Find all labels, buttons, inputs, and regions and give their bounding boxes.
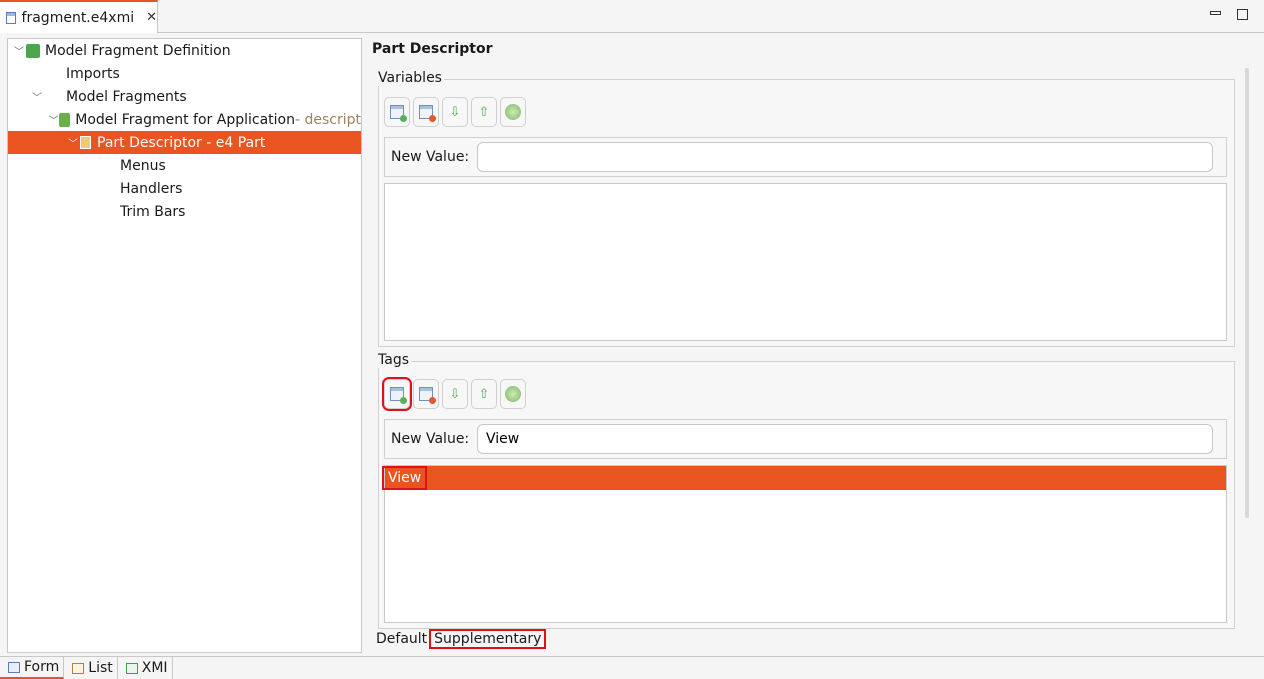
detail-bottom-tabs: Default Supplementary [376, 629, 547, 649]
tree-item-label: Model Fragments [66, 88, 187, 105]
chevron-down-icon[interactable]: ﹀ [66, 135, 80, 150]
tree-item-label: Model Fragment Definition [45, 42, 231, 59]
tree-item-suffix: - descript [294, 111, 361, 128]
variables-new-value-input[interactable] [477, 142, 1213, 172]
page-tab-form[interactable]: Form [0, 657, 65, 679]
edit-icon [505, 104, 521, 120]
move-down-button[interactable]: ⇩ [442, 97, 468, 127]
tree-item-menus[interactable]: Menus [8, 154, 361, 177]
tree-item-label: Handlers [120, 180, 183, 197]
add-icon [390, 105, 407, 122]
list-icon [72, 662, 85, 674]
remove-button[interactable] [413, 97, 439, 127]
variables-label: Variables [378, 70, 444, 86]
add-button[interactable] [382, 377, 412, 411]
tags-list-item[interactable]: View [381, 466, 1226, 490]
editor-tabbar: fragment.e4xmi ✕ [0, 0, 1264, 33]
move-up-button[interactable]: ⇧ [471, 97, 497, 127]
remove-icon [419, 387, 436, 404]
move-up-icon: ⇧ [478, 104, 490, 120]
model-tree: ﹀ Model Fragment Definition Imports ﹀ Mo… [7, 38, 362, 653]
tree-item-model-fragment-definition[interactable]: ﹀ Model Fragment Definition [8, 39, 361, 62]
tree-item-label: Imports [66, 65, 120, 82]
tree-item-label: Model Fragment for Application [75, 111, 295, 128]
tree-item-trim-bars[interactable]: Trim Bars [8, 200, 361, 223]
variables-new-value-row: New Value: [384, 137, 1227, 177]
page-tab-label: List [88, 660, 113, 676]
e4xmi-file-icon [6, 11, 16, 24]
tag-value: View [381, 466, 428, 490]
part-descriptor-icon [80, 136, 91, 149]
edit-button[interactable] [500, 379, 526, 409]
new-value-label: New Value: [391, 431, 470, 447]
move-up-icon: ⇧ [478, 386, 490, 402]
detail-title: Part Descriptor [372, 41, 493, 57]
tags-new-value-row: New Value: [384, 419, 1227, 459]
remove-icon [419, 105, 436, 122]
editor-tab[interactable]: fragment.e4xmi ✕ [0, 0, 158, 33]
form-icon [8, 661, 20, 673]
variables-toolbar: ⇩ ⇧ [384, 97, 526, 127]
tree-item-label: Menus [120, 157, 166, 174]
editor-page-tabs: Form List XMI [0, 656, 1264, 679]
tab-default[interactable]: Default [376, 631, 427, 647]
tags-toolbar: ⇩ ⇧ [382, 377, 526, 411]
page-tab-label: Form [24, 659, 60, 675]
detail-scrollbar[interactable] [1245, 68, 1249, 518]
new-value-label: New Value: [391, 149, 470, 165]
add-icon [390, 387, 407, 404]
edit-icon [505, 386, 521, 402]
page-tab-xmi[interactable]: XMI [118, 657, 173, 679]
tab-supplementary[interactable]: Supplementary [429, 629, 547, 649]
tree-item-model-fragment-for-application[interactable]: ﹀ Model Fragment for Application - descr… [8, 108, 361, 131]
minimize-icon[interactable] [1210, 11, 1221, 15]
page-tab-list[interactable]: List [64, 657, 118, 679]
puzzle-icon [26, 43, 40, 58]
move-down-icon: ⇩ [449, 104, 461, 120]
move-up-button[interactable]: ⇧ [471, 379, 497, 409]
remove-button[interactable] [413, 379, 439, 409]
variables-group: Variables ⇩ ⇧ New Value: [378, 70, 1235, 347]
add-button[interactable] [384, 97, 410, 127]
tags-label: Tags [378, 352, 411, 368]
tree-item-label: Trim Bars [120, 203, 186, 220]
tags-group: Tags ⇩ ⇧ New Value: View [378, 352, 1235, 629]
close-icon[interactable]: ✕ [146, 10, 157, 25]
move-down-button[interactable]: ⇩ [442, 379, 468, 409]
tree-item-part-descriptor[interactable]: ﹀ Part Descriptor - e4 Part [8, 131, 361, 154]
variables-list[interactable] [384, 183, 1227, 341]
maximize-icon[interactable] [1237, 9, 1248, 20]
chevron-down-icon[interactable]: ﹀ [30, 89, 44, 104]
page-tab-label: XMI [141, 660, 168, 676]
tags-list[interactable]: View [381, 465, 1227, 623]
move-down-icon: ⇩ [449, 386, 461, 402]
tree-item-model-fragments[interactable]: ﹀ Model Fragments [8, 85, 361, 108]
chevron-down-icon[interactable]: ﹀ [48, 112, 59, 127]
editor-tab-title: fragment.e4xmi [21, 9, 135, 26]
detail-pane: Part Descriptor Variables ⇩ ⇧ New Value:… [368, 38, 1258, 655]
xmi-tree-icon [125, 662, 138, 674]
tree-item-label: Part Descriptor - e4 Part [97, 134, 266, 151]
tree-item-imports[interactable]: Imports [8, 62, 361, 85]
tags-new-value-input[interactable] [477, 424, 1213, 454]
chevron-down-icon[interactable]: ﹀ [12, 43, 26, 58]
puzzle-edit-icon [59, 112, 71, 127]
edit-button[interactable] [500, 97, 526, 127]
tree-item-handlers[interactable]: Handlers [8, 177, 361, 200]
